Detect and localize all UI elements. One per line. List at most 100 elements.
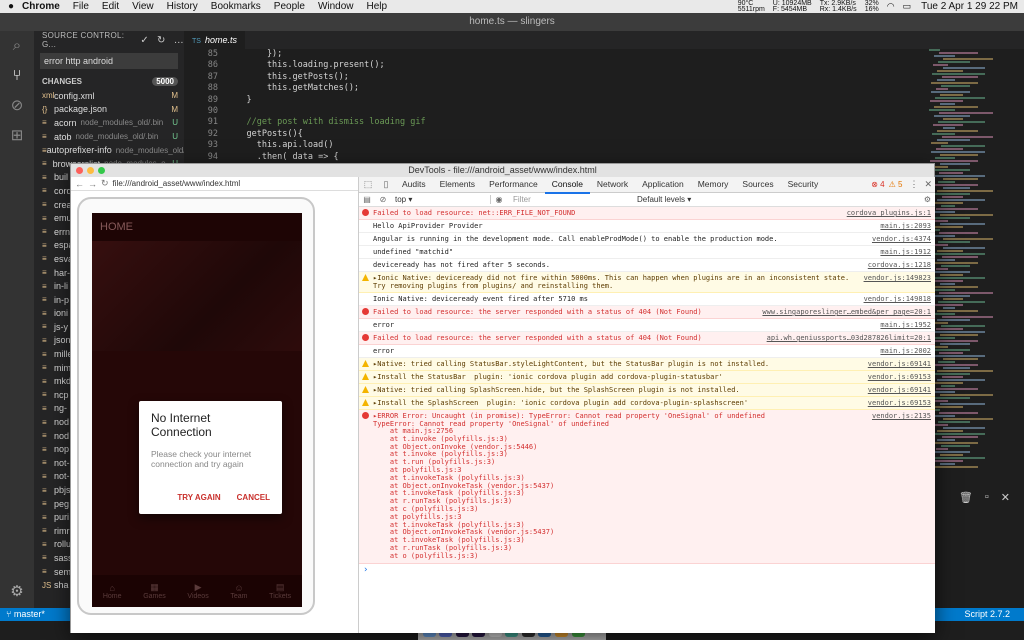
message-source-link[interactable]: vendor.js:69153 (868, 373, 931, 381)
tab-home-ts[interactable]: TS home.ts (184, 31, 245, 49)
menu-help[interactable]: Help (367, 1, 388, 12)
menu-dots-icon[interactable]: ⋮ (909, 179, 918, 190)
inspect-icon[interactable]: ⬚ (359, 179, 377, 190)
device-toggle-icon[interactable]: ▯ (377, 179, 395, 190)
source-control-icon[interactable]: ⑂ (0, 61, 34, 91)
console-message[interactable]: ▸Native: tried calling StatusBar.styleLi… (359, 358, 935, 371)
message-source-link[interactable]: www.singaporeslinger…embed&per_page=20:1 (762, 308, 931, 316)
temp-rpm[interactable]: 90°C 5511rpm (738, 0, 765, 13)
menu-bookmarks[interactable]: Bookmarks (211, 1, 261, 12)
zoom-window-icon[interactable] (98, 167, 105, 174)
changed-file-item[interactable]: xml config.xml M (34, 89, 184, 103)
console-message[interactable]: Hello ApiProvider Provider main.js:2093 (359, 220, 935, 233)
debug-icon[interactable]: ⊘ (0, 91, 34, 121)
message-source-link[interactable]: vendor.js:69141 (868, 386, 931, 394)
message-source-link[interactable]: vendor.js:2135 (872, 412, 931, 561)
reload-icon[interactable]: ↻ (101, 178, 109, 189)
more-icon[interactable]: … (174, 35, 184, 46)
minimap[interactable] (929, 49, 1004, 509)
back-icon[interactable]: ← (75, 179, 84, 189)
cpu-stats[interactable]: 32% 16% (865, 0, 879, 13)
status-right[interactable]: Script 2.7.2 (964, 608, 1010, 621)
menu-edit[interactable]: Edit (102, 1, 119, 12)
network-stats[interactable]: Tx: 2.9KB/s Rx: 1.4KB/s (820, 0, 857, 13)
git-branch[interactable]: ⑂ master* (6, 609, 45, 619)
console-message[interactable]: ▸Install the StatusBar plugin: 'ionic co… (359, 371, 935, 384)
tab-sources[interactable]: Sources (735, 176, 780, 194)
clear-console-icon[interactable]: ⊘ (375, 195, 391, 204)
message-source-link[interactable]: main.js:1952 (880, 321, 931, 329)
gear-icon[interactable]: ⚙ (0, 582, 34, 600)
console-message[interactable]: error main.js:1952 (359, 319, 935, 332)
try-again-button[interactable]: TRY AGAIN (177, 493, 220, 502)
message-source-link[interactable]: vendor.js:149823 (864, 274, 931, 290)
tab-performance[interactable]: Performance (482, 176, 545, 194)
wifi-icon[interactable]: ◠ (887, 0, 895, 13)
console-message[interactable]: ▸Native: tried calling SplashScreen.hide… (359, 384, 935, 397)
address-url[interactable]: file:///android_asset/www/index.html (113, 179, 241, 188)
phone-screen[interactable]: HOME ⌂ Home ▦ Games ▶ Videos ☺ Team ▤ Tickets… (92, 213, 302, 607)
menu-chrome[interactable]: Chrome (22, 1, 60, 12)
search-icon[interactable]: ⌕ (0, 31, 34, 61)
close-icon[interactable]: ✕ (1001, 491, 1010, 504)
console-message[interactable]: Angular is running in the development mo… (359, 233, 935, 246)
console-error-stack[interactable]: ▸ERROR Error: Uncaught (in promise): Typ… (359, 410, 935, 564)
warn-count-badge[interactable]: ⚠ 5 (889, 180, 903, 189)
message-source-link[interactable]: vendor.js:149818 (864, 295, 931, 303)
message-source-link[interactable]: main.js:2093 (880, 222, 931, 230)
menu-people[interactable]: People (274, 1, 305, 12)
tab-application[interactable]: Application (635, 176, 691, 194)
tab-console[interactable]: Console (544, 176, 590, 194)
clock[interactable]: Tue 2 Apr 1 29 22 PM (921, 0, 1018, 13)
message-source-link[interactable]: vendor.js:69141 (868, 360, 931, 368)
apple-icon[interactable]: ● (0, 1, 22, 12)
tab-memory[interactable]: Memory (691, 176, 736, 194)
message-source-link[interactable]: cordova.js:1218 (868, 261, 931, 269)
context-select[interactable]: top ▾ (391, 195, 491, 204)
message-source-link[interactable]: vendor.js:4374 (872, 235, 931, 243)
close-devtools-icon[interactable]: ✕ (924, 179, 932, 190)
commit-message-input[interactable]: error http android (40, 53, 178, 69)
menu-history[interactable]: History (167, 1, 198, 12)
message-source-link[interactable]: main.js:1912 (880, 248, 931, 256)
eye-icon[interactable]: ◉ (491, 195, 507, 204)
forward-icon[interactable]: → (88, 179, 97, 189)
memory-stats[interactable]: U: 10924MB F: 5454MB (773, 0, 812, 13)
changed-file-item[interactable]: ≡ acorn node_modules_old/.bin U (34, 116, 184, 130)
minimize-window-icon[interactable] (87, 167, 94, 174)
code-area[interactable]: 85 }); 86 this.loading.present(); 87 this.… (184, 49, 1024, 174)
changed-file-item[interactable]: ≡autoprefixer-infonode_modules_old/...U (34, 143, 184, 157)
console-settings-icon[interactable]: ⚙ (924, 195, 931, 204)
maximize-icon[interactable]: ▫ (985, 491, 989, 504)
menu-window[interactable]: Window (318, 1, 354, 12)
menu-view[interactable]: View (132, 1, 154, 12)
tab-network[interactable]: Network (590, 176, 635, 194)
changed-file-item[interactable]: {} package.json M (34, 103, 184, 117)
console-message[interactable]: ▸Install the SplashScreen plugin: 'ionic… (359, 397, 935, 410)
console-message[interactable]: error main.js:2002 (359, 345, 935, 358)
sidebar-toggle-icon[interactable]: ▤ (359, 195, 375, 204)
console-message[interactable]: undefined "matchid" main.js:1912 (359, 246, 935, 259)
tab-audits[interactable]: Audits (395, 176, 433, 194)
stack-frame[interactable]: at o (polyfills.js:3) (373, 552, 866, 561)
console-message[interactable]: Ionic Native: deviceready event fired af… (359, 293, 935, 306)
extensions-icon[interactable]: ⊞ (0, 121, 34, 151)
menu-file[interactable]: File (73, 1, 89, 12)
changes-header[interactable]: CHANGES 5000 (34, 73, 184, 89)
console-message[interactable]: Failed to load resource: net::ERR_FILE_N… (359, 207, 935, 220)
message-source-link[interactable]: cordova_plugins.js:1 (847, 209, 931, 217)
message-source-link[interactable]: main.js:2002 (880, 347, 931, 355)
tab-elements[interactable]: Elements (433, 176, 482, 194)
filter-input[interactable]: Filter (507, 195, 631, 204)
message-source-link[interactable]: vendor.js:69153 (868, 399, 931, 407)
close-window-icon[interactable] (76, 167, 83, 174)
console-message[interactable]: ▸Ionic Native: deviceready did not fire … (359, 272, 935, 293)
console-message[interactable]: deviceready has not fired after 5 second… (359, 259, 935, 272)
console-message[interactable]: Failed to load resource: the server resp… (359, 332, 935, 345)
message-source-link[interactable]: api.wh.geniussports…03d287826limit=20:1 (767, 334, 931, 342)
check-icon[interactable]: ✓ (140, 35, 149, 46)
console-prompt[interactable]: › (359, 564, 935, 576)
cancel-button[interactable]: CANCEL (237, 493, 270, 502)
log-levels-select[interactable]: Default levels ▾ (637, 195, 691, 204)
console-message[interactable]: Failed to load resource: the server resp… (359, 306, 935, 319)
